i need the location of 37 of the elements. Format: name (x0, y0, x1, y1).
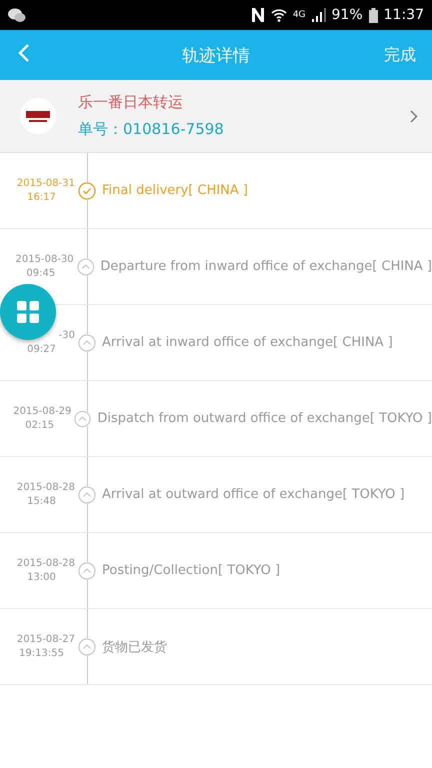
event-description: 货物已发货 (102, 638, 167, 656)
event-date: 2015-08-31 (16, 176, 75, 190)
event-description: Arrival at inward office of exchange[ CHINA ] (102, 335, 393, 350)
nfc-icon (250, 7, 265, 23)
event-time: 15:48 (27, 496, 56, 506)
event-time: 16:17 (27, 192, 56, 202)
battery-icon (368, 8, 378, 22)
grid-icon (16, 300, 40, 324)
event-description: Posting/Collection[ TOKYO ] (102, 563, 280, 578)
done-button[interactable]: 完成 (380, 40, 420, 70)
event-date: 2015-08-30 (16, 252, 74, 266)
event-date: 2015-08-29 (13, 404, 72, 418)
wifi-icon (270, 7, 287, 23)
event-time: 09:27 (27, 344, 56, 354)
event-date: -30 (58, 328, 75, 342)
event-time: 02:15 (25, 420, 54, 430)
event-date: 2015-08-28 (16, 556, 75, 570)
page-title: 轨迹详情 (182, 44, 250, 66)
grid-menu-button[interactable] (0, 284, 56, 340)
order-number: 单号：010816-7598 (78, 120, 225, 139)
event-description: Final delivery[ CHINA ] (102, 183, 248, 198)
back-icon (18, 43, 30, 63)
event-date: 2015-08-27 (16, 632, 75, 646)
merchant-name: 乐一番日本转运 (78, 93, 184, 112)
battery-percent: 91% (332, 7, 363, 23)
event-time: 09:45 (26, 268, 56, 278)
event-time: 19:13:55 (19, 648, 64, 658)
signal-icon (312, 8, 326, 22)
event-description: Departure from inward office of exchange[ CHINA ] (100, 259, 432, 274)
event-description: Dispatch from outward office of exchange[ TOKYO ] (97, 411, 432, 426)
event-time: 13:00 (27, 572, 56, 582)
event-date: 2015-08-28 (16, 480, 75, 494)
network-label: 4G (292, 10, 306, 20)
event-description: Arrival at outward office of exchange[ TOKYO ] (102, 487, 405, 502)
chevron-right-icon[interactable] (410, 110, 418, 122)
chat-icon (8, 8, 26, 22)
clock-time: 11:37 (384, 7, 424, 23)
